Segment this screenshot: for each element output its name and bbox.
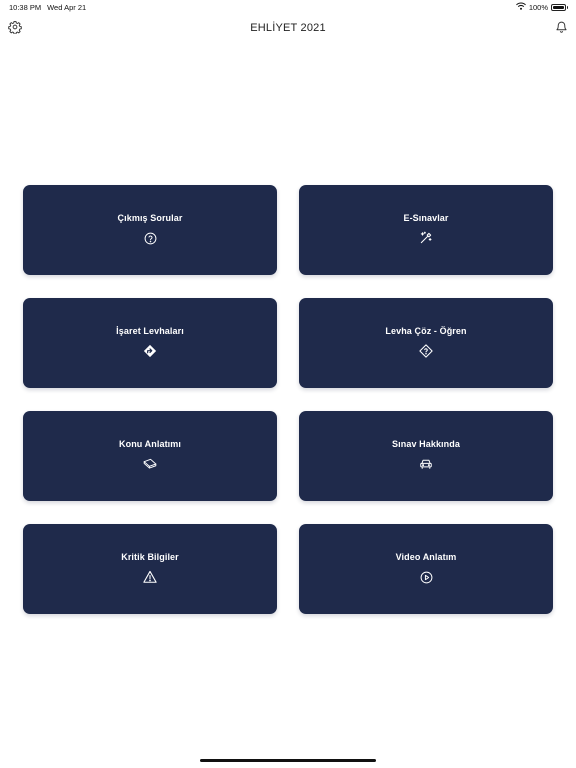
direction-sign-icon [143,344,157,358]
card-label: Sınav Hakkında [392,439,460,449]
battery-percent: 100% [528,2,548,12]
question-diamond-icon [419,344,433,358]
menu-card-konu-anlatimi[interactable]: Konu Anlatımı [23,411,277,501]
status-left: 10:38 PM Wed Apr 21 [9,3,86,12]
bell-icon [555,20,568,39]
car-icon [419,457,433,471]
book-icon [143,457,157,471]
menu-card-isaret-levhalari[interactable]: İşaret Levhaları [23,298,277,388]
wifi-icon [515,2,526,12]
menu-grid: Çıkmış Sorular E-Sınavlar İşaret Levhala… [23,185,553,614]
card-label: İşaret Levhaları [116,326,184,336]
menu-card-sinav-hakkinda[interactable]: Sınav Hakkında [299,411,553,501]
status-date: Wed Apr 21 [47,3,87,12]
page-title: EHLİYET 2021 [250,22,326,34]
home-indicator[interactable] [200,759,376,762]
card-label: E-Sınavlar [403,213,449,223]
status-bar: 10:38 PM Wed Apr 21 100% [0,0,576,14]
menu-card-e-sinavlar[interactable]: E-Sınavlar [299,185,553,275]
navigation-bar: EHLİYET 2021 [0,14,576,44]
card-label: Kritik Bilgiler [121,552,179,562]
status-time: 10:38 PM [9,3,42,12]
card-label: Çıkmış Sorular [117,213,183,223]
card-label: Video Anlatım [395,552,457,562]
card-label: Konu Anlatımı [119,439,181,449]
play-circle-icon [419,570,433,584]
warning-triangle-icon [143,570,157,584]
magic-wand-icon [419,231,433,245]
question-circle-icon [143,231,157,245]
menu-card-cikmis-sorular[interactable]: Çıkmış Sorular [23,185,277,275]
battery-icon [551,3,568,11]
card-label: Levha Çöz - Öğren [385,326,467,336]
status-right: 100% [515,2,568,12]
notifications-button[interactable] [552,20,570,38]
menu-card-levha-coz-ogren[interactable]: Levha Çöz - Öğren [299,298,553,388]
menu-card-video-anlatim[interactable]: Video Anlatım [299,524,553,614]
menu-card-kritik-bilgiler[interactable]: Kritik Bilgiler [23,524,277,614]
